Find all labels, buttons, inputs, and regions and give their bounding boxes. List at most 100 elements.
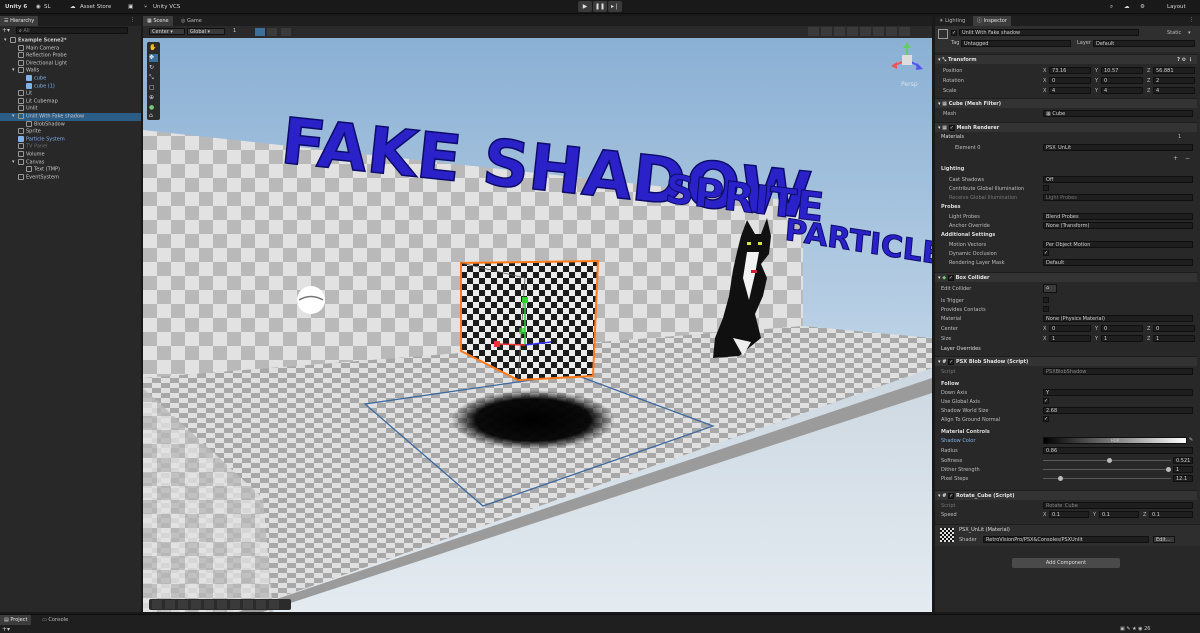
- dither-slider-handle[interactable]: [1166, 467, 1171, 472]
- transform-z-field[interactable]: 2: [1153, 77, 1195, 84]
- project-add-button[interactable]: +▾: [2, 626, 10, 633]
- motion-vectors-dropdown[interactable]: Per Object Motion: [1043, 241, 1193, 248]
- pixel-steps-slider-handle[interactable]: [1057, 476, 1063, 481]
- selected-cube[interactable]: [460, 259, 600, 382]
- dither-field[interactable]: 1: [1173, 466, 1193, 473]
- play-button[interactable]: ▶: [578, 1, 592, 12]
- provides-contacts-checkbox[interactable]: [1043, 306, 1049, 312]
- transform-tool-icon[interactable]: ⊕: [149, 94, 158, 102]
- overlay-move-icon[interactable]: [152, 600, 162, 609]
- tab-scene[interactable]: ▦ Scene: [143, 16, 173, 26]
- layer-overrides-label[interactable]: Layer Overrides: [941, 346, 981, 352]
- increment-snap-icon[interactable]: [281, 28, 291, 36]
- project-view-icons[interactable]: ▣ ✎ ★ ◉ 26: [1120, 626, 1150, 632]
- softness-slider-handle[interactable]: [1107, 458, 1113, 463]
- tab-console[interactable]: ▭ Console: [38, 615, 72, 625]
- speed-x-field[interactable]: 0.1: [1049, 511, 1089, 518]
- speed-y-field[interactable]: 0.1: [1099, 511, 1139, 518]
- transform-y-field[interactable]: 4: [1101, 87, 1143, 94]
- effects-toggle-icon[interactable]: [860, 27, 871, 36]
- step-button[interactable]: ▸❘: [608, 1, 622, 12]
- hierarchy-item[interactable]: ▾ Walls: [0, 67, 141, 75]
- hierarchy-item[interactable]: Lit Cubemap: [0, 97, 141, 106]
- foldout-icon[interactable]: ▾: [12, 159, 15, 167]
- camera-settings-icon[interactable]: [886, 27, 897, 36]
- transform-x-field[interactable]: 0: [1049, 77, 1091, 84]
- cloud-services-icon[interactable]: ☁: [1124, 2, 1130, 12]
- transform-z-field[interactable]: 56.881: [1153, 67, 1195, 74]
- draw-mode-icon[interactable]: [808, 27, 819, 36]
- cloud-icon[interactable]: ☁: [70, 2, 76, 12]
- hierarchy-item[interactable]: cube: [0, 75, 141, 83]
- shader-edit-button[interactable]: Edit...: [1153, 536, 1175, 543]
- hidden-objects-icon[interactable]: [873, 27, 884, 36]
- move-gizmo-x-handle[interactable]: [494, 341, 500, 347]
- cast-shadows-dropdown[interactable]: Off: [1043, 176, 1193, 183]
- vcs-button[interactable]: Unity VCS: [153, 2, 180, 12]
- remove-element-icon[interactable]: −: [1185, 155, 1190, 162]
- psx-blob-enabled[interactable]: ✓: [948, 359, 955, 365]
- center-z-field[interactable]: 0: [1153, 325, 1195, 332]
- asset-store-button[interactable]: Asset Store: [80, 2, 111, 12]
- receive-gi-dropdown[interactable]: Light Probes: [1043, 194, 1193, 201]
- transform-x-field[interactable]: 4: [1049, 87, 1091, 94]
- mesh-renderer-enabled[interactable]: ✓: [948, 125, 955, 131]
- center-x-field[interactable]: 0: [1049, 325, 1091, 332]
- hierarchy-item[interactable]: ▾ Example Scene2*: [0, 37, 141, 45]
- hierarchy-item[interactable]: Directional Light: [0, 59, 141, 68]
- account-dropdown[interactable]: SL: [44, 2, 51, 12]
- radius-field[interactable]: 0.86: [1043, 447, 1193, 454]
- hierarchy-item[interactable]: ▾ Canvas: [0, 158, 141, 167]
- center-y-field[interactable]: 0: [1101, 325, 1143, 332]
- grid-toggle-icon[interactable]: [255, 28, 265, 36]
- is-trigger-checkbox[interactable]: [1043, 297, 1049, 303]
- rendering-layer-dropdown[interactable]: Default: [1043, 259, 1193, 266]
- softness-slider[interactable]: [1043, 458, 1171, 463]
- more-icon[interactable]: ⋮: [130, 17, 135, 23]
- hierarchy-item[interactable]: Lit: [0, 90, 141, 98]
- rotate-cube-header[interactable]: ▾ # ✓ Rotate_Cube (Script): [935, 490, 1197, 500]
- speed-z-field[interactable]: 0.1: [1149, 511, 1193, 518]
- rotate-tool-icon[interactable]: ↻: [149, 64, 158, 72]
- overlay-snap-icon[interactable]: [178, 600, 188, 609]
- add-object-button[interactable]: +▾: [2, 27, 14, 34]
- hierarchy-item[interactable]: TV Panel: [0, 143, 141, 151]
- overlay-transform-icon[interactable]: [243, 600, 253, 609]
- lighting-label[interactable]: Lighting: [941, 166, 964, 172]
- mesh-filter-header[interactable]: ▾ ▦ Cube (Mesh Filter): [935, 98, 1197, 108]
- materials-label[interactable]: Materials: [941, 134, 964, 140]
- custom-tool-icon[interactable]: ●: [149, 104, 158, 112]
- transform-y-field[interactable]: 10.57: [1101, 67, 1143, 74]
- box-collider-enabled[interactable]: ✓: [947, 275, 954, 281]
- rotate-script-field[interactable]: Rotate_Cube: [1043, 502, 1193, 509]
- blob-script-field[interactable]: PSXBlobShadow: [1043, 368, 1193, 375]
- shadow-color-swatch[interactable]: HDR: [1043, 437, 1187, 444]
- tab-project[interactable]: ▤ Project: [0, 615, 32, 625]
- move-gizmo-plane-handle[interactable]: [519, 328, 525, 334]
- reflection-probe-gizmo[interactable]: [297, 286, 325, 314]
- edit-collider-button[interactable]: ⌂: [1043, 284, 1057, 293]
- lighting-toggle-icon[interactable]: [834, 27, 845, 36]
- pixel-steps-slider[interactable]: [1043, 476, 1171, 481]
- psx-blob-shadow-header[interactable]: ▾ # ✓ PSX Blob Shadow (Script): [935, 356, 1197, 366]
- tab-hierarchy[interactable]: ☰ Hierarchy: [0, 16, 39, 26]
- hand-tool-icon[interactable]: ✋: [149, 44, 158, 52]
- inspector-more-icon[interactable]: ⋮: [1189, 17, 1194, 23]
- shader-dropdown[interactable]: RetroVisionPro/PSX&Consoles/PSXUnlit: [983, 536, 1149, 543]
- hierarchy-item[interactable]: Reflection Probe: [0, 52, 141, 60]
- foldout-icon[interactable]: ▾: [4, 37, 7, 45]
- tab-game[interactable]: ◎ Game: [177, 16, 206, 26]
- dynamic-occlusion-checkbox[interactable]: ✓: [1043, 250, 1049, 256]
- size-x-field[interactable]: 1: [1049, 335, 1091, 342]
- rect-tool-icon[interactable]: ▢: [149, 84, 158, 92]
- move-gizmo-y-handle[interactable]: [522, 297, 528, 303]
- hierarchy-search-input[interactable]: ⌕ All: [16, 27, 128, 34]
- down-axis-dropdown[interactable]: Y: [1043, 389, 1193, 396]
- edit-collider-tool-icon[interactable]: ⌂: [149, 112, 158, 119]
- hierarchy-item[interactable]: Unlit: [0, 105, 141, 113]
- add-component-button[interactable]: Add Component: [1012, 558, 1120, 568]
- size-y-field[interactable]: 1: [1101, 335, 1143, 342]
- component-menu-icon[interactable]: ? ⚙ ⋮: [1177, 55, 1193, 65]
- overlay-light-icon[interactable]: [191, 600, 201, 609]
- contribute-gi-checkbox[interactable]: [1043, 185, 1049, 191]
